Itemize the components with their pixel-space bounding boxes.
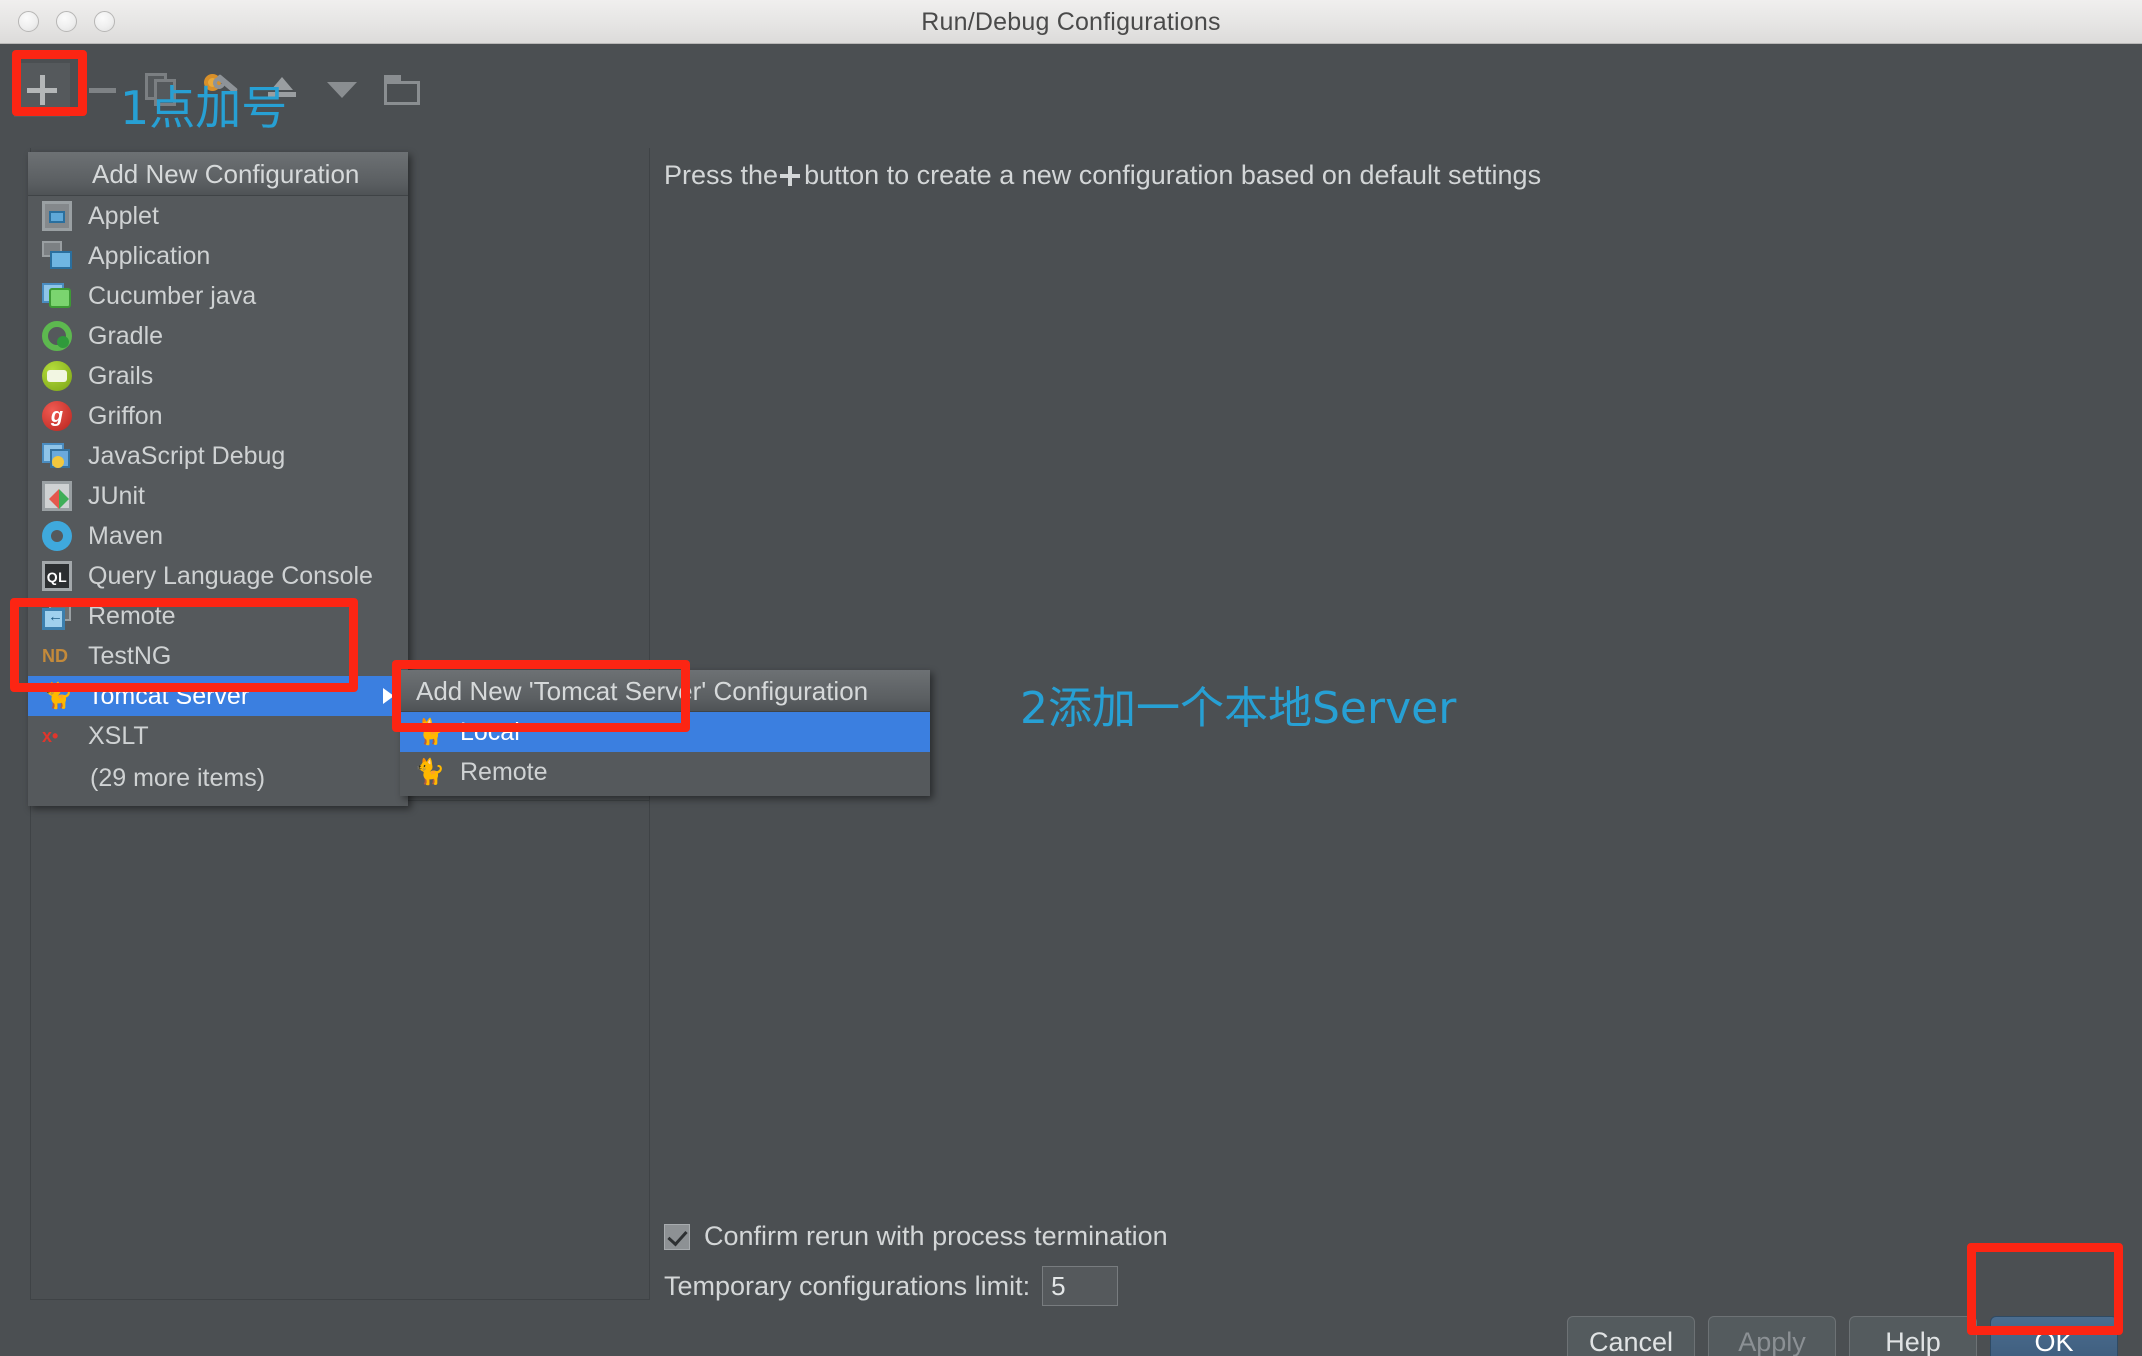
menu-item-testng[interactable]: ND TestNG (28, 636, 408, 676)
submenu-arrow-icon (383, 688, 394, 704)
menu-item-label: Application (88, 241, 211, 270)
menu-item-label: JUnit (88, 481, 145, 510)
edit-defaults-icon (203, 73, 241, 107)
plus-icon (27, 75, 57, 105)
menu-item-remote[interactable]: Remote (28, 596, 408, 636)
run-debug-configurations-window: Run/Debug Configurations Press the butto… (0, 0, 2142, 1356)
cancel-button[interactable]: Cancel (1567, 1316, 1695, 1356)
menu-item-griffon[interactable]: g Griffon (28, 396, 408, 436)
javascript-debug-icon (42, 441, 72, 471)
junit-icon (42, 481, 72, 511)
menu-item-xslt[interactable]: x• XSLT (28, 716, 408, 756)
menu-item-grails[interactable]: Grails (28, 356, 408, 396)
new-folder-button[interactable] (374, 63, 430, 117)
menu-item-gradle[interactable]: Gradle (28, 316, 408, 356)
hint-prefix: Press the (664, 160, 779, 190)
new-folder-icon (384, 75, 420, 105)
submenu-item-label: Remote (460, 757, 548, 786)
remote-icon (42, 601, 72, 631)
cucumber-java-icon (42, 281, 72, 311)
sort-configurations-button[interactable] (314, 63, 370, 117)
ok-button[interactable]: OK (1990, 1316, 2118, 1356)
plus-icon-inline (780, 166, 801, 186)
menu-item-label: Maven (88, 521, 164, 550)
menu-item-label: Tomcat Server (88, 681, 250, 710)
menu-item-label: TestNG (88, 641, 172, 670)
menu-item-label: XSLT (88, 721, 149, 750)
copy-configuration-icon (145, 73, 179, 107)
query-language-console-icon: QL (42, 561, 72, 591)
testng-icon: ND (42, 646, 68, 666)
confirm-rerun-checkbox[interactable] (664, 1223, 690, 1250)
menu-item-label: Grails (88, 361, 154, 390)
add-new-configuration-popup: Add New Configuration Applet Application… (28, 152, 408, 806)
move-up-button[interactable] (254, 63, 310, 117)
minus-icon (87, 75, 117, 105)
remove-configuration-button[interactable] (74, 63, 130, 117)
gradle-icon (42, 321, 72, 351)
move-up-icon (267, 75, 297, 105)
menu-item-label: Query Language Console (88, 561, 373, 590)
menu-item-label: Gradle (88, 321, 164, 350)
menu-item-label: Applet (88, 201, 159, 230)
window-title: Run/Debug Configurations (921, 8, 1221, 36)
menu-item-label: Cucumber java (88, 281, 257, 310)
maven-icon (42, 521, 72, 551)
tomcat-icon: 🐈 (414, 758, 446, 786)
tomcat-icon: 🐈 (414, 718, 446, 746)
configurations-toolbar (14, 62, 430, 118)
apply-button[interactable]: Apply (1708, 1316, 1836, 1356)
dialog-button-row: Cancel Apply Help OK (1567, 1316, 2118, 1356)
add-configuration-button[interactable] (14, 63, 70, 117)
empty-state-hint: Press the button to create a new configur… (664, 160, 1541, 191)
menu-item-label: JavaScript Debug (88, 441, 286, 470)
dialog-body: Press the button to create a new configur… (0, 44, 2142, 1356)
menu-item-label: Remote (88, 601, 176, 630)
menu-item-maven[interactable]: Maven (28, 516, 408, 556)
tomcat-server-submenu: Add New 'Tomcat Server' Configuration 🐈 … (400, 670, 930, 796)
submenu-item-local[interactable]: 🐈 Local (400, 712, 930, 752)
menu-item-cucumber-java[interactable]: Cucumber java (28, 276, 408, 316)
menu-item-label: Griffon (88, 401, 163, 430)
edit-defaults-button[interactable] (194, 63, 250, 117)
popup-title: Add New Configuration (28, 152, 408, 196)
tomcat-icon: 🐈 (42, 682, 74, 710)
submenu-item-remote[interactable]: 🐈 Remote (400, 752, 930, 792)
window-titlebar: Run/Debug Configurations (0, 0, 2142, 44)
more-items-label[interactable]: (29 more items) (28, 756, 408, 800)
chevron-down-icon (327, 82, 357, 98)
confirm-rerun-label: Confirm rerun with process termination (704, 1221, 1168, 1251)
temp-limit-input[interactable]: 5 (1042, 1266, 1119, 1306)
configurations-tree-panel[interactable] (30, 800, 650, 1300)
temp-limit-row: Temporary configurations limit: 5 (664, 1266, 1119, 1306)
menu-item-applet[interactable]: Applet (28, 196, 408, 236)
submenu-item-label: Local (460, 717, 520, 746)
submenu-title: Add New 'Tomcat Server' Configuration (400, 670, 930, 712)
menu-item-query-language-console[interactable]: QL Query Language Console (28, 556, 408, 596)
menu-item-application[interactable]: Application (28, 236, 408, 276)
grails-icon (42, 361, 72, 391)
hint-suffix: button to create a new configuration bas… (804, 160, 1542, 190)
menu-item-junit[interactable]: JUnit (28, 476, 408, 516)
xslt-icon: x• (42, 726, 59, 746)
menu-item-javascript-debug[interactable]: JavaScript Debug (28, 436, 408, 476)
confirm-rerun-row[interactable]: Confirm rerun with process termination (664, 1221, 1168, 1252)
help-button[interactable]: Help (1849, 1316, 1977, 1356)
application-icon (42, 241, 72, 271)
menu-item-tomcat-server[interactable]: 🐈 Tomcat Server (28, 676, 408, 716)
applet-icon (42, 201, 72, 231)
copy-configuration-button[interactable] (134, 63, 190, 117)
griffon-icon: g (42, 401, 72, 431)
temp-limit-label: Temporary configurations limit: (664, 1270, 1031, 1301)
